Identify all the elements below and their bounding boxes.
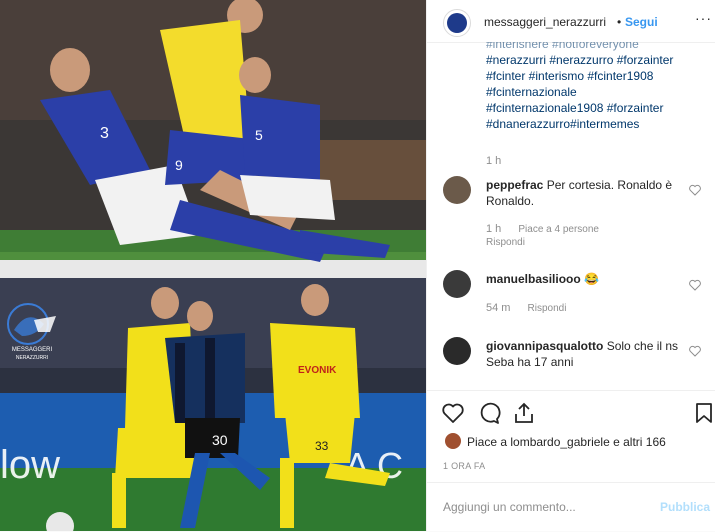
comment-item: manuelbasiliooo 😂 [486, 271, 686, 287]
messaggeri-nerazzurri-logo [7, 303, 56, 345]
watermark-line1: MESSAGGERI [11, 347, 53, 353]
comment-username[interactable]: giovannipasqualotto [486, 339, 603, 353]
instagram-post-window: 3 9 5 low A C 30 EVONIK 33 MESSAGGERI NE… [0, 0, 715, 531]
reply-button[interactable]: Rispondi [528, 303, 567, 314]
more-options-icon[interactable]: ··· [695, 10, 712, 26]
comment-username[interactable]: manuelbasiliooo [486, 272, 581, 286]
svg-text:33: 33 [315, 439, 329, 453]
svg-text:EVONIK: EVONIK [298, 365, 337, 376]
commenter-avatar[interactable] [443, 176, 471, 204]
comment-meta: 1 h Piace a 4 persone [486, 223, 599, 235]
publish-button[interactable]: Pubblica [660, 500, 710, 514]
post-side-panel: messaggeri_nerazzurri • Segui ··· #inter… [426, 0, 715, 531]
post-image[interactable]: 3 9 5 low A C 30 EVONIK 33 MESSAGGERI NE… [0, 0, 426, 531]
commenter-avatar[interactable] [443, 270, 471, 298]
comment-item: giovannipasqualotto Solo che il ns Seba … [486, 338, 686, 370]
post-date: 1 ORA FA [443, 461, 486, 471]
author-username[interactable]: messaggeri_nerazzurri [484, 15, 606, 29]
comment-time: 1 h [486, 223, 502, 235]
caption-line[interactable]: #fcinternazionale1908 #forzainter [486, 100, 706, 116]
heart-icon[interactable] [441, 401, 465, 425]
reply-button[interactable]: Rispondi [486, 237, 525, 248]
comment-time: 54 m [486, 302, 511, 314]
liker-avatar[interactable] [445, 433, 461, 449]
comment-likes[interactable]: Piace a 4 persone [518, 224, 599, 235]
like-comment-heart-icon[interactable] [689, 279, 701, 291]
comment-composer: Aggiungi un commento... Pubblica [427, 482, 715, 532]
caption-line[interactable]: #fcinternazionale [486, 84, 706, 100]
caption-line[interactable]: #dnanerazzurro#intermemes [486, 116, 706, 132]
follow-button[interactable]: Segui [625, 15, 658, 29]
post-actions: Piace a lombardo_gabriele e altri 166 1 … [427, 390, 715, 483]
svg-text:low: low [0, 443, 60, 487]
caption-line[interactable]: #nerazzurri #nerazzurro #forzainter [486, 52, 706, 68]
comments-list[interactable]: #interisnere #notforeveryone #nerazzurri… [427, 42, 715, 390]
likes-summary[interactable]: Piace a lombardo_gabriele e altri 166 [467, 435, 666, 449]
comment-username[interactable]: peppefrac [486, 178, 543, 192]
share-icon[interactable] [512, 401, 536, 425]
comment-item: peppefrac Per cortesia. Ronaldo è Ronald… [486, 177, 686, 209]
svg-text:3: 3 [100, 125, 109, 142]
bookmark-icon[interactable] [692, 401, 715, 425]
caption-time: 1 h [486, 155, 502, 167]
photo-bottom-inter-dortmund: low A C 30 EVONIK 33 [0, 278, 426, 531]
comment-meta: 54 m Rispondi [486, 302, 566, 314]
svg-text:5: 5 [255, 127, 263, 143]
comment-input[interactable]: Aggiungi un commento... [443, 500, 576, 514]
svg-text:30: 30 [212, 432, 228, 448]
commenter-avatar[interactable] [443, 337, 471, 365]
comment-text: 😂 [584, 272, 599, 286]
comment-icon[interactable] [477, 401, 501, 425]
svg-text:9: 9 [175, 157, 183, 173]
watermark-line2: NERAZZURRI [15, 355, 49, 361]
author-avatar[interactable] [443, 9, 471, 37]
post-header: messaggeri_nerazzurri • Segui ··· [427, 0, 715, 43]
caption-line[interactable]: #interisnere #notforeveryone [486, 42, 706, 52]
post-caption: #interisnere #notforeveryone #nerazzurri… [486, 42, 706, 132]
separator-dot: • [617, 15, 622, 29]
photo-top-ronaldo-italy: 3 9 5 [0, 0, 426, 278]
like-comment-heart-icon[interactable] [689, 345, 701, 357]
caption-line[interactable]: #fcinter #interismo #fcinter1908 [486, 68, 706, 84]
like-comment-heart-icon[interactable] [689, 184, 701, 196]
